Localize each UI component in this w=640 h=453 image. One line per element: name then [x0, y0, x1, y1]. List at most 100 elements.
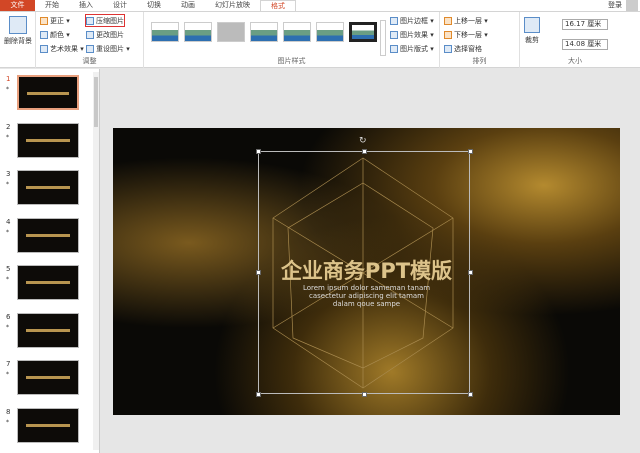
compress-pictures-button[interactable]: 压缩图片 [85, 14, 125, 27]
compress-icon [86, 16, 94, 25]
rotate-handle-icon[interactable]: ↻ [359, 136, 367, 146]
tab-design[interactable]: 设计 [103, 0, 137, 11]
slide-title: 企业商务PPT模版 [280, 259, 453, 283]
artistic-effects-button[interactable]: 艺术效果 ▾ [40, 43, 84, 54]
resize-handle[interactable] [362, 392, 367, 397]
picture-border-button[interactable]: 图片边框 ▾ [390, 15, 434, 26]
animation-star-icon: * [6, 133, 9, 141]
style-7[interactable] [349, 22, 377, 42]
bring-forward-button[interactable]: 上移一层 ▾ [444, 15, 488, 26]
animation-star-icon: * [6, 181, 9, 188]
login-link[interactable]: 登录 [608, 0, 622, 11]
tab-transitions[interactable]: 切换 [137, 0, 171, 11]
resize-handle[interactable] [468, 392, 473, 397]
thumbnail-content [26, 281, 70, 284]
slide-subtitle: Lorem ipsum dolor sameman tanam casectet… [302, 284, 431, 308]
ribbon-tabs: 文件 开始 插入 设计 切换 动画 幻灯片放映 格式 [0, 0, 640, 11]
thumbnail-content [26, 138, 70, 142]
thumbnail-content [26, 423, 70, 427]
thumbnail-content [26, 376, 70, 379]
slide-number: 6 [6, 312, 11, 321]
thumbnail-content [27, 92, 69, 95]
change-picture-icon [86, 30, 94, 39]
send-backward-icon [444, 30, 452, 39]
reset-picture-button[interactable]: 重设图片 ▾ [86, 43, 130, 54]
tab-animations[interactable]: 动画 [171, 0, 205, 11]
resize-handle[interactable] [256, 149, 261, 154]
picture-effects-button[interactable]: 图片效果 ▾ [390, 29, 434, 40]
slide-thumbnail[interactable] [17, 312, 79, 348]
style-5[interactable] [283, 22, 311, 42]
slide-thumbnail[interactable] [17, 360, 79, 395]
animation-star-icon: * [6, 86, 9, 93]
ribbon: 删除背景 更正 ▾ 颜色 ▾ 艺术效果 ▾ 压缩图片 更改图片 重设图片 ▾ 调… [0, 11, 640, 68]
reset-icon [86, 44, 94, 53]
crop-button[interactable]: 裁剪 [524, 17, 540, 45]
selection-pane-icon [444, 44, 452, 53]
effects-icon [390, 30, 398, 39]
slide-thumbnails-panel: 1 * 2 * 3 * 4 * 5 * 6 * 7 * 8 * [0, 69, 100, 453]
bring-forward-icon [444, 16, 452, 25]
style-4[interactable] [250, 22, 278, 42]
slide-thumbnail[interactable] [17, 75, 79, 110]
remove-background-icon [9, 16, 27, 34]
slide-thumbnail[interactable] [17, 407, 79, 443]
resize-handle[interactable] [468, 149, 473, 154]
tab-insert[interactable]: 插入 [69, 0, 103, 11]
slide-thumbnail[interactable] [17, 122, 79, 158]
styles-gallery-scroll[interactable] [380, 20, 386, 56]
slide-thumbnail[interactable] [17, 170, 79, 205]
animation-star-icon: * [6, 323, 9, 331]
thumbnail-content [26, 186, 70, 189]
resize-handle[interactable] [468, 270, 473, 275]
thumbnails-scrollbar[interactable] [93, 72, 99, 450]
animation-star-icon: * [6, 228, 9, 236]
tab-format[interactable]: 格式 [260, 0, 296, 11]
resize-handle[interactable] [362, 149, 367, 154]
picture-styles-group: 图片边框 ▾ 图片效果 ▾ 图片版式 ▾ 图片样式 [144, 12, 440, 68]
layout-icon [390, 44, 398, 53]
pen-icon [390, 16, 398, 25]
main-slide[interactable]: ↻ 企业商务PPT模版 Lorem ipsum dolor sameman ta… [113, 128, 620, 415]
corrections-button[interactable]: 更正 ▾ [40, 15, 70, 26]
size-group: 裁剪 16.17 厘米 14.08 厘米 大小 [520, 12, 630, 68]
height-input[interactable]: 16.17 厘米 [562, 19, 608, 30]
slide-number: 5 [6, 265, 11, 273]
color-icon [40, 30, 48, 39]
color-button[interactable]: 颜色 ▾ [40, 29, 70, 40]
arrange-group: 上移一层 ▾ 下移一层 ▾ 选择窗格 排列 [440, 12, 520, 68]
slide-number: 2 [6, 122, 11, 131]
scrollbar-thumb[interactable] [94, 77, 98, 127]
thumbnail-content [26, 233, 70, 237]
animation-star-icon: * [6, 418, 9, 426]
crop-icon [524, 17, 540, 33]
style-1[interactable] [151, 22, 179, 42]
slide-number: 1 [6, 75, 11, 83]
style-6[interactable] [316, 22, 344, 42]
remove-background-button[interactable]: 删除背景 [4, 16, 32, 46]
slide-number: 3 [6, 170, 11, 178]
send-backward-button[interactable]: 下移一层 ▾ [444, 29, 488, 40]
slide-thumbnail[interactable] [17, 217, 79, 253]
slide-thumbnail[interactable] [17, 265, 79, 300]
style-3[interactable] [217, 22, 245, 42]
style-2[interactable] [184, 22, 212, 42]
picture-layout-button[interactable]: 图片版式 ▾ [390, 43, 434, 54]
animation-star-icon: * [6, 371, 9, 378]
change-picture-button[interactable]: 更改图片 [86, 29, 124, 40]
selection-pane-button[interactable]: 选择窗格 [444, 43, 482, 54]
artistic-icon [40, 44, 48, 53]
remove-bg-group: 删除背景 [0, 12, 36, 68]
sun-icon [40, 16, 48, 25]
width-input[interactable]: 14.08 厘米 [562, 39, 608, 50]
tab-slideshow[interactable]: 幻灯片放映 [205, 0, 260, 11]
tab-file[interactable]: 文件 [0, 0, 35, 11]
slide-number: 4 [6, 217, 11, 226]
tab-home[interactable]: 开始 [35, 0, 69, 11]
adjust-group: 更正 ▾ 颜色 ▾ 艺术效果 ▾ 压缩图片 更改图片 重设图片 ▾ 调整 [36, 12, 144, 68]
thumbnail-content [26, 328, 70, 332]
resize-handle[interactable] [256, 392, 261, 397]
resize-handle[interactable] [256, 270, 261, 275]
slide-number: 7 [6, 360, 11, 368]
animation-star-icon: * [6, 276, 9, 283]
